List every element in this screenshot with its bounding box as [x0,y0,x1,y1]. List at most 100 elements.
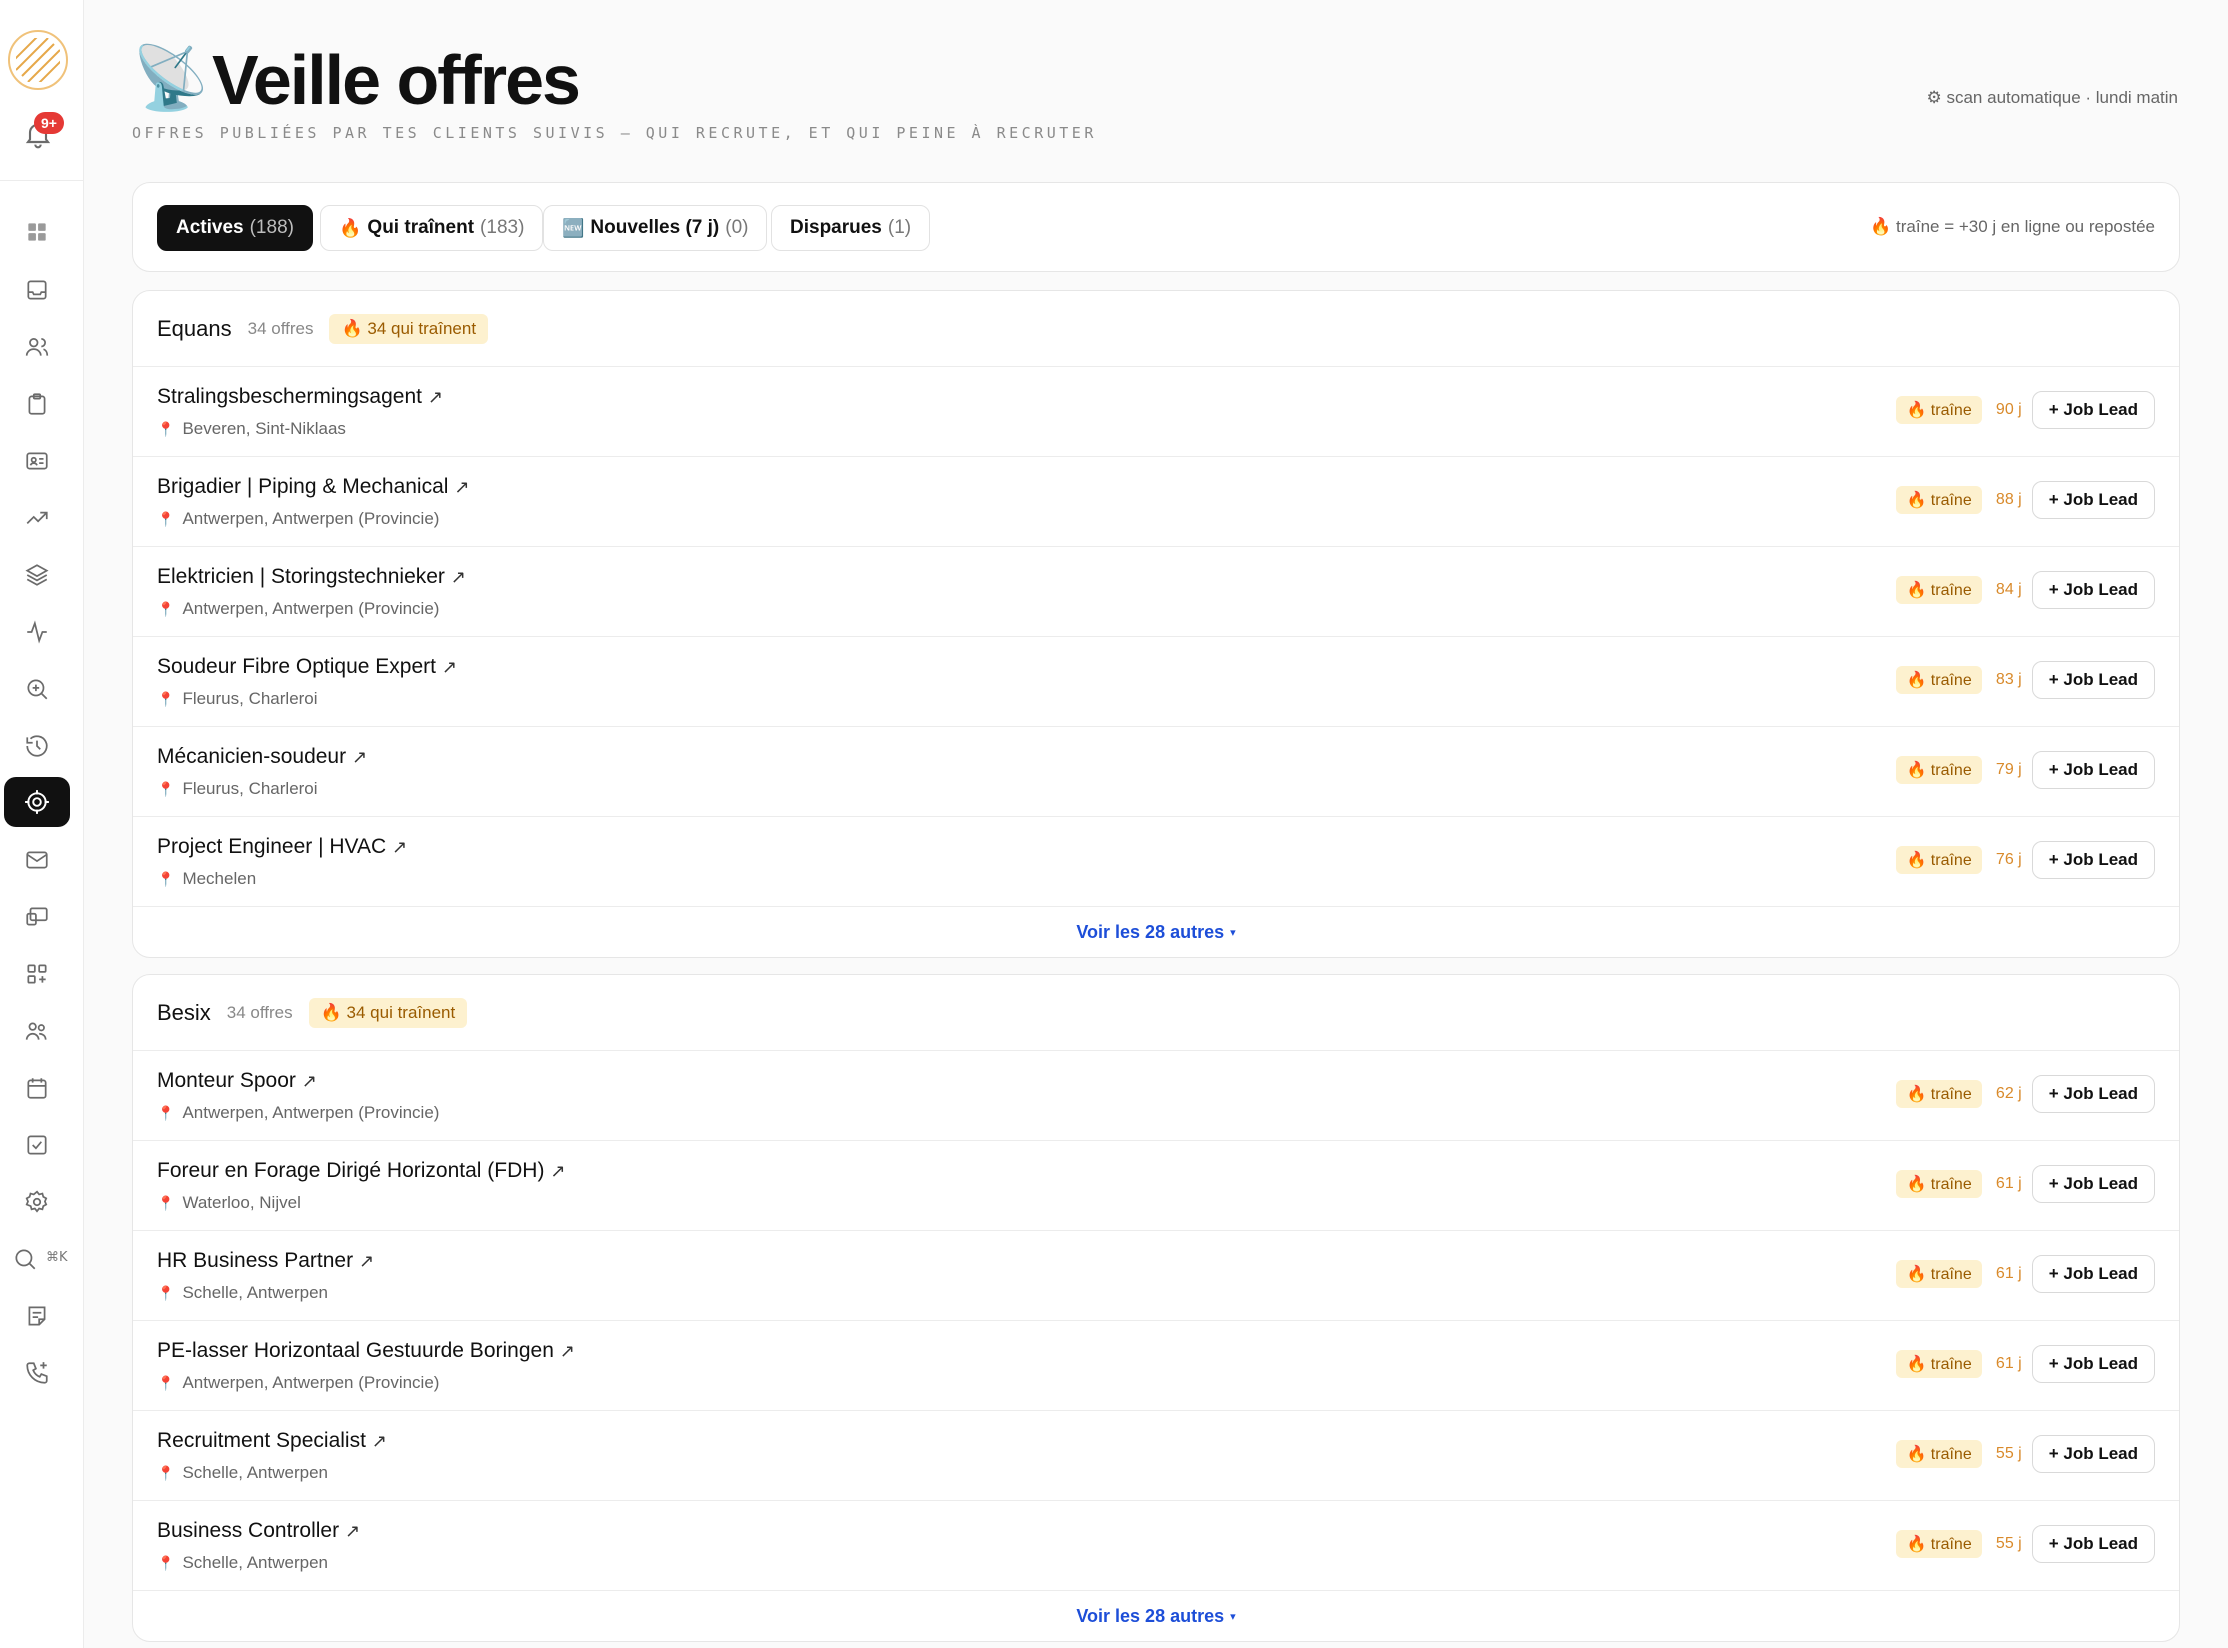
job-title-link[interactable]: Brigadier | Piping & Mechanical ↗ [157,475,470,499]
history-icon[interactable] [4,721,70,771]
external-link-icon: ↗ [450,567,467,587]
tab-nouvelles[interactable]: 🆕 Nouvelles (7 j) (0) [543,205,768,251]
add-job-lead-button[interactable]: + Job Lead [2031,1165,2155,1203]
job-title-link[interactable]: PE-lasser Horizontaal Gestuurde Boringen… [157,1339,575,1363]
add-job-lead-button[interactable]: + Job Lead [2031,1075,2155,1113]
job-row: Monteur Spoor ↗ 📍 Antwerpen, Antwerpen (Pr… [133,1051,2179,1141]
job-title-link[interactable]: Monteur Spoor ↗ [157,1069,317,1093]
team-icon[interactable] [4,1006,70,1056]
add-job-lead-button[interactable]: + Job Lead [2031,751,2155,789]
add-job-lead-button[interactable]: + Job Lead [2031,661,2155,699]
stale-badge: 🔥 traîne [1896,1350,1982,1378]
add-job-lead-button[interactable]: + Job Lead [2031,1255,2155,1293]
job-actions: 🔥 traîne 76 j + Job Lead [1896,841,2155,879]
pin-icon: 📍 [157,1284,175,1301]
stale-badge: 🔥 traîne [1896,1170,1982,1198]
job-actions: 🔥 traîne 61 j + Job Lead [1896,1255,2155,1293]
job-title-link[interactable]: Recruitment Specialist ↗ [157,1429,387,1453]
stale-badge: 🔥 traîne [1896,1440,1982,1468]
job-location: 📍 Schelle, Antwerpen [157,1553,328,1573]
pin-icon: 📍 [157,780,175,797]
client-offer-count: 34 offres [226,1002,293,1022]
job-title-link[interactable]: Soudeur Fibre Optique Expert ↗ [157,655,457,679]
activity-icon[interactable] [4,607,70,657]
show-more-link[interactable]: Voir les 28 autres ▾ [133,907,2179,957]
job-title-link[interactable]: Elektricien | Storingstechnieker ↗ [157,565,466,589]
tab-disparues[interactable]: Disparues (1) [771,205,931,251]
client-card-equans: Equans 34 offres 🔥 34 qui traînent Stral… [132,290,2180,958]
add-job-lead-button[interactable]: + Job Lead [2031,1435,2155,1473]
location-text: Schelle, Antwerpen [182,1553,328,1572]
calendar-icon[interactable] [4,1063,70,1113]
users-icon[interactable] [4,322,70,372]
tab-qui-trainent[interactable]: 🔥 Qui traînent (183) [320,205,544,251]
job-row: Brigadier | Piping & Mechanical ↗ 📍 Antwer… [133,457,2179,547]
job-row: Stralingsbeschermingsagent ↗ 📍 Beveren, Si… [133,367,2179,457]
days-online: 55 j [1995,1535,2022,1552]
job-title-link[interactable]: Stralingsbeschermingsagent ↗ [157,385,443,409]
add-job-lead-button[interactable]: + Job Lead [2031,571,2155,609]
mail-icon[interactable] [4,835,70,885]
days-online: 62 j [1995,1085,2022,1102]
location-text: Schelle, Antwerpen [182,1463,328,1482]
days-online: 61 j [1995,1175,2022,1192]
job-row: HR Business Partner ↗ 📍 Schelle, Antwerpen… [133,1231,2179,1321]
add-job-lead-button[interactable]: + Job Lead [2031,391,2155,429]
days-online: 84 j [1995,581,2022,598]
grid-icon[interactable] [4,207,70,257]
add-job-lead-button[interactable]: + Job Lead [2031,1525,2155,1563]
inbox-icon[interactable] [4,265,70,315]
contact-card-icon[interactable] [4,436,70,486]
layers-icon[interactable] [4,550,70,600]
show-more-link[interactable]: Voir les 28 autres ▾ [133,1591,2179,1641]
days-online: 55 j [1995,1445,2022,1462]
job-actions: 🔥 traîne 79 j + Job Lead [1896,751,2155,789]
logo-stripes-icon [16,38,60,82]
client-name[interactable]: Besix [157,1000,211,1026]
external-link-icon: ↗ [392,837,408,857]
job-location: 📍 Antwerpen, Antwerpen (Provincie) [157,599,439,619]
add-job-lead-button[interactable]: + Job Lead [2031,841,2155,879]
target-icon[interactable] [4,777,70,827]
caret-down-icon: ▾ [1230,926,1236,939]
trending-icon[interactable] [4,493,70,543]
devices-icon[interactable] [4,892,70,942]
search-zoom-icon[interactable] [4,664,70,714]
days-online: 61 j [1995,1265,2022,1282]
job-title-link[interactable]: Business Controller ↗ [157,1519,360,1543]
job-location: 📍 Schelle, Antwerpen [157,1463,328,1483]
job-title-link[interactable]: HR Business Partner ↗ [157,1249,374,1273]
settings-icon[interactable] [4,1177,70,1227]
job-row: Mécanicien-soudeur ↗ 📍 Fleurus, Charleroi … [133,727,2179,817]
logo[interactable] [8,30,68,90]
location-text: Fleurus, Charleroi [182,689,318,708]
stale-badge: 🔥 traîne [1896,396,1982,424]
pin-icon: 📍 [157,1194,175,1211]
show-more-label: Voir les 28 autres [1076,921,1225,942]
days-online: 90 j [1995,401,2022,418]
search-shortcut-hint: ⌘K [46,1250,68,1265]
job-location: 📍 Waterloo, Nijvel [157,1193,301,1213]
pin-icon: 📍 [157,1104,175,1121]
pin-icon: 📍 [157,1554,175,1571]
location-text: Schelle, Antwerpen [182,1283,328,1302]
note-icon[interactable] [4,1291,70,1341]
add-job-lead-button[interactable]: + Job Lead [2031,1345,2155,1383]
job-title-link[interactable]: Foreur en Forage Dirigé Horizontal (FDH)… [157,1159,566,1183]
page-header: 📡 Veille offres OFFRES PUBLIÉES PAR TES … [132,40,2178,150]
apps-add-icon[interactable] [4,949,70,999]
checkbox-icon[interactable] [4,1120,70,1170]
clipboard-icon[interactable] [4,379,70,429]
job-actions: 🔥 traîne 88 j + Job Lead [1896,481,2155,519]
add-job-lead-button[interactable]: + Job Lead [2031,481,2155,519]
stale-badge: 🔥 traîne [1896,1530,1982,1558]
job-title: PE-lasser Horizontaal Gestuurde Boringen [157,1339,554,1362]
tab-label: Disparues [790,217,882,238]
job-title-link[interactable]: Project Engineer | HVAC ↗ [157,835,407,859]
tab-count: (183) [480,217,525,238]
client-name[interactable]: Equans [157,316,232,342]
job-title-link[interactable]: Mécanicien-soudeur ↗ [157,745,367,769]
job-row: Elektricien | Storingstechnieker ↗ 📍 Antwe… [133,547,2179,637]
phone-add-icon[interactable] [4,1348,70,1398]
tab-actives[interactable]: Actives (188) [157,205,313,251]
